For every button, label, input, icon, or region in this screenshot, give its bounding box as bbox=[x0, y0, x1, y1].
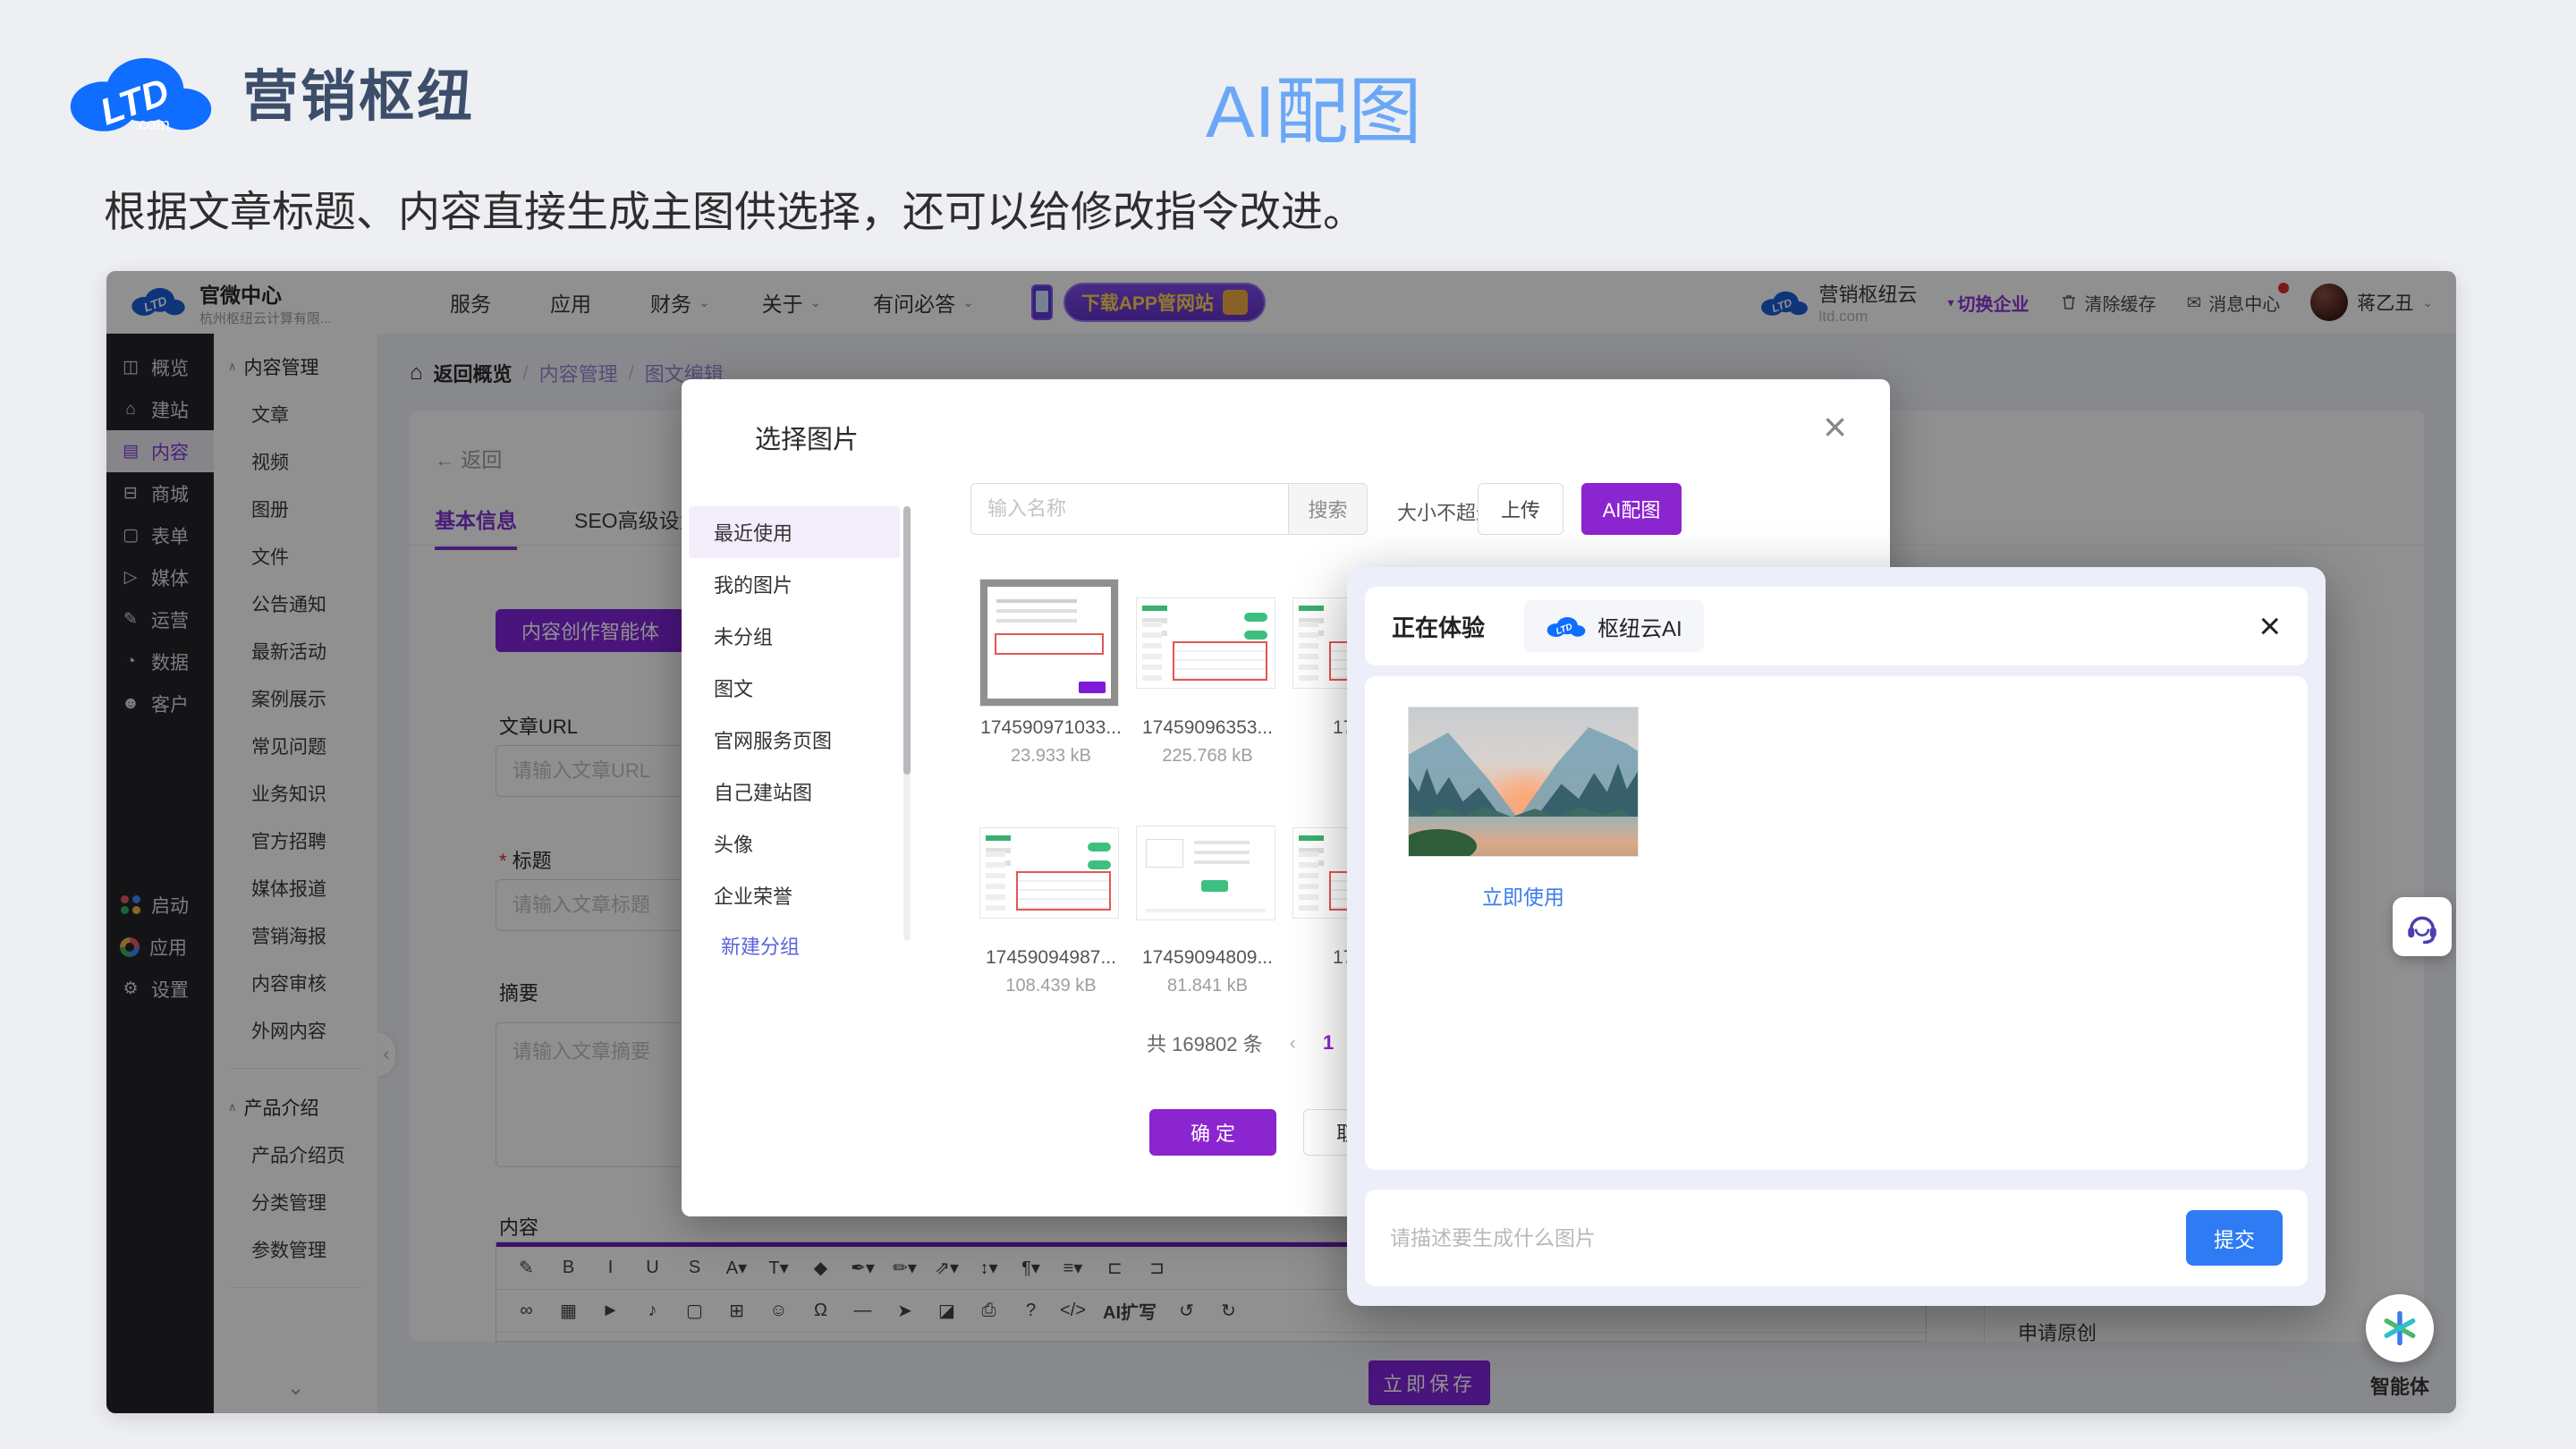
image-category-item[interactable]: 未分组 bbox=[689, 610, 900, 662]
page-number[interactable]: 1 bbox=[1323, 1031, 1334, 1055]
search-input[interactable] bbox=[970, 483, 1289, 535]
image-grid-item[interactable]: 17459096353... 225.768 kB bbox=[1136, 579, 1279, 809]
image-thumbnail bbox=[979, 809, 1119, 936]
image-name: 174590971033... bbox=[979, 717, 1123, 739]
ai-image-button[interactable]: AI配图 bbox=[1581, 483, 1682, 535]
image-size: 225.768 kB bbox=[1136, 746, 1279, 767]
image-grid-item[interactable]: 17459094987... 108.439 kB bbox=[979, 809, 1123, 1038]
brand: LTD .com 营销枢纽 bbox=[63, 43, 475, 140]
prompt-input[interactable] bbox=[1390, 1226, 2168, 1250]
close-icon[interactable]: × bbox=[2258, 607, 2281, 645]
new-group-button[interactable]: 新建分组 bbox=[689, 923, 900, 968]
image-name: 17459094987... bbox=[979, 947, 1123, 969]
ai-cloud-logo: LTD bbox=[1546, 613, 1587, 640]
ai-panel-status: 正在体验 bbox=[1392, 610, 1485, 643]
image-category-list: 最近使用我的图片未分组图文官网服务页图自己建站图头像企业荣誉 bbox=[689, 506, 900, 921]
brand-name: 营销枢纽 bbox=[242, 51, 475, 131]
generated-image[interactable] bbox=[1408, 707, 1639, 857]
image-category-item[interactable]: 官网服务页图 bbox=[689, 714, 900, 766]
image-size: 81.841 kB bbox=[1136, 976, 1279, 996]
image-thumbnail bbox=[1136, 809, 1275, 936]
ai-prompt-bar: 提交 bbox=[1365, 1190, 2308, 1286]
image-grid-item[interactable]: 174590971033... 23.933 kB bbox=[979, 579, 1123, 809]
modal-title: 选择图片 bbox=[755, 419, 859, 456]
ltd-cloud-logo: LTD .com bbox=[63, 43, 219, 140]
image-name: 17459094809... bbox=[1136, 947, 1279, 969]
agent-circle[interactable] bbox=[2366, 1294, 2434, 1362]
image-name: 17459096353... bbox=[1136, 717, 1279, 739]
upload-button[interactable]: 上传 bbox=[1478, 483, 1563, 535]
ai-panel-body: 立即使用 bbox=[1365, 676, 2308, 1170]
image-category-item[interactable]: 自己建站图 bbox=[689, 766, 900, 818]
submit-button[interactable]: 提交 bbox=[2186, 1210, 2283, 1266]
ai-asterisk-icon bbox=[2380, 1309, 2419, 1348]
image-category-item[interactable]: 我的图片 bbox=[689, 558, 900, 610]
app-screenshot: LTD 官微中心 杭州枢纽云计算有限... 服务 应用 财务 ⌄ 关于 ⌄ bbox=[106, 271, 2456, 1413]
ai-brand-label: 枢纽云AI bbox=[1597, 611, 1682, 642]
use-now-link[interactable]: 立即使用 bbox=[1408, 880, 1639, 911]
customer-service-float-button[interactable] bbox=[2393, 897, 2452, 956]
svg-text:.com: .com bbox=[134, 114, 170, 133]
category-scrollbar[interactable] bbox=[903, 506, 911, 941]
prev-page-icon[interactable]: ‹ bbox=[1290, 1031, 1296, 1055]
image-category-item[interactable]: 最近使用 bbox=[689, 506, 900, 558]
page-description: 根据文章标题、内容直接生成主图供选择，还可以给修改指令改进。 bbox=[104, 177, 1365, 239]
scrollbar-thumb[interactable] bbox=[903, 506, 911, 775]
headset-icon bbox=[2403, 908, 2441, 945]
image-thumbnail bbox=[1136, 579, 1275, 707]
agent-float-button[interactable]: 智能体 bbox=[2362, 1294, 2437, 1400]
image-category-item[interactable]: 企业荣誉 bbox=[689, 869, 900, 921]
image-size: 23.933 kB bbox=[979, 746, 1123, 767]
image-size: 108.439 kB bbox=[979, 976, 1123, 996]
confirm-button[interactable]: 确 定 bbox=[1149, 1109, 1276, 1156]
image-thumbnail bbox=[979, 579, 1119, 707]
search-button[interactable]: 搜索 bbox=[1289, 483, 1368, 535]
image-category-item[interactable]: 图文 bbox=[689, 662, 900, 714]
agent-float-label: 智能体 bbox=[2362, 1371, 2437, 1400]
page-title: AI配图 bbox=[1206, 52, 1421, 158]
close-icon[interactable]: × bbox=[1823, 406, 1847, 447]
ai-experience-panel: 正在体验 LTD 枢纽云AI × 立即使用 bbox=[1347, 567, 2326, 1306]
ai-brand-pill: LTD 枢纽云AI bbox=[1524, 600, 1704, 652]
image-grid-item[interactable]: 17459094809... 81.841 kB bbox=[1136, 809, 1279, 1038]
total-count: 共 169802 条 bbox=[1147, 1029, 1263, 1057]
ai-panel-header: 正在体验 LTD 枢纽云AI × bbox=[1365, 587, 2308, 665]
pagination: 共 169802 条 ‹ 12 bbox=[1147, 1029, 1369, 1057]
image-category-item[interactable]: 头像 bbox=[689, 818, 900, 869]
